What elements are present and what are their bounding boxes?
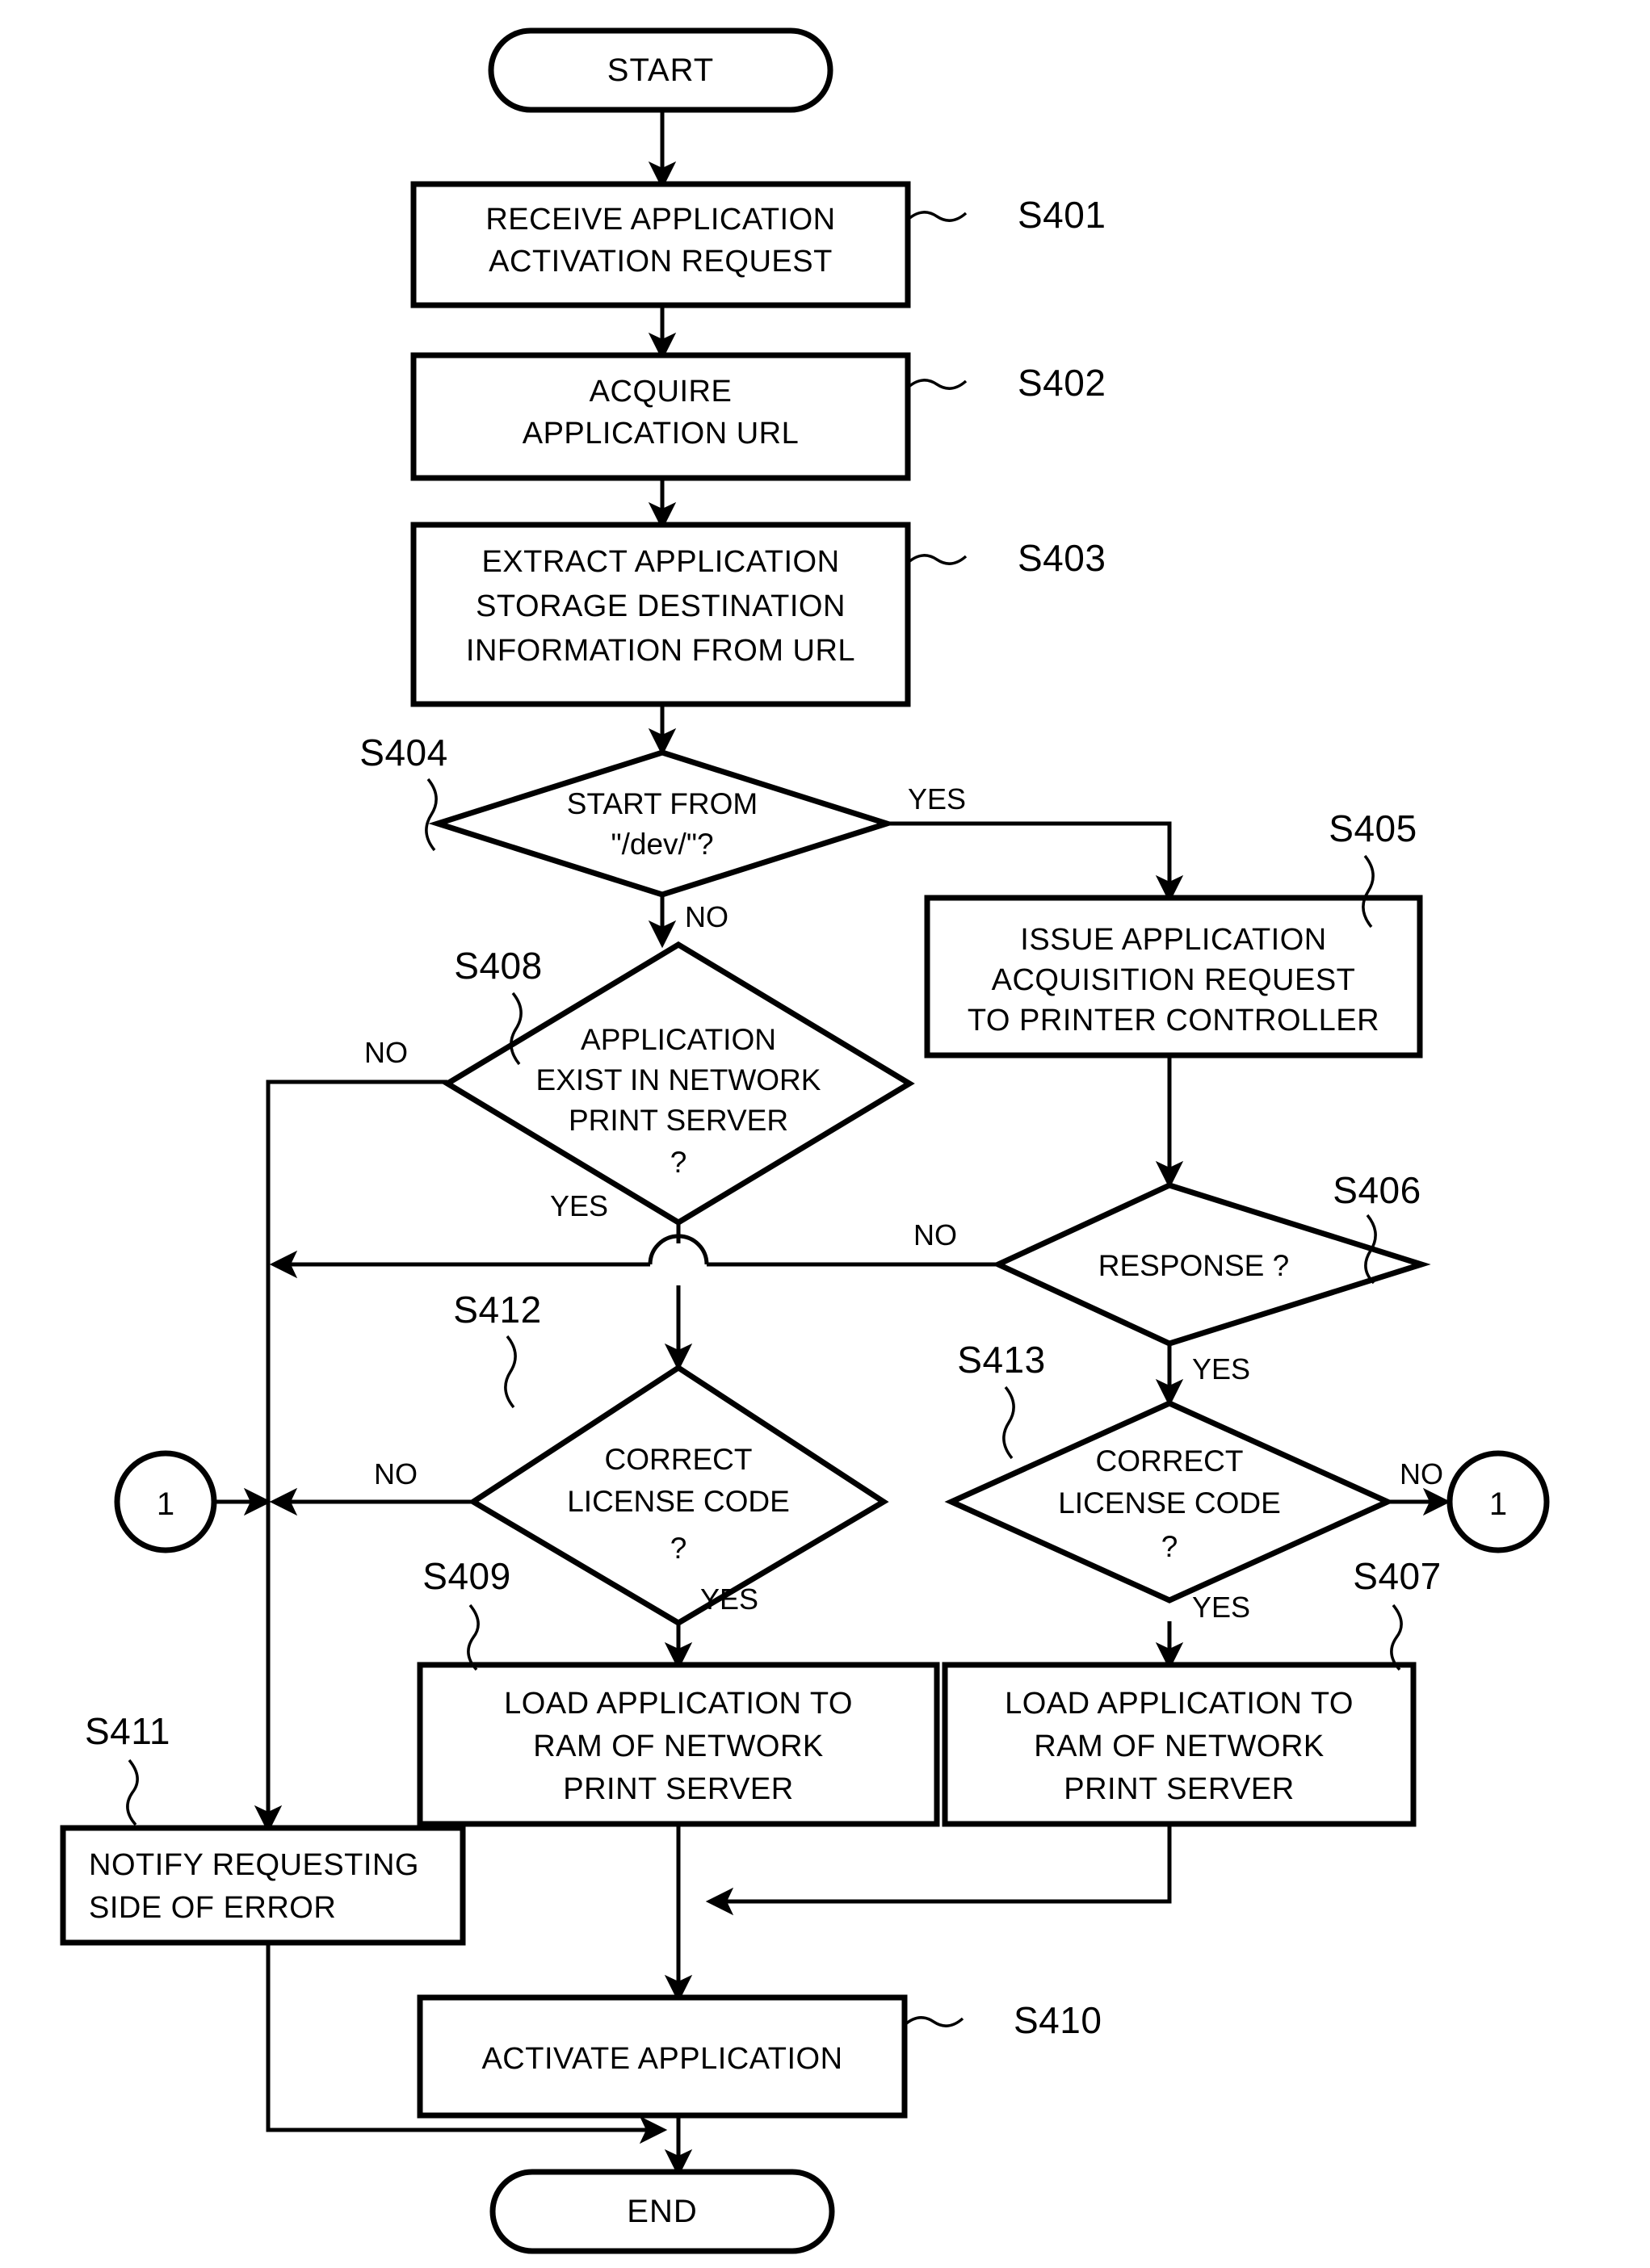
decision-s412-line-1: CORRECT	[605, 1443, 753, 1476]
process-s405-line-2: ACQUISITION REQUEST	[992, 963, 1356, 997]
step-label-s402: S402	[1018, 362, 1106, 404]
edge-s404-yes-to-s405	[887, 821, 1184, 903]
edge-s407-to-main	[723, 1824, 1172, 1904]
process-s407-line-1: LOAD APPLICATION TO	[1005, 1687, 1354, 1721]
connector-left: 1	[114, 1450, 217, 1553]
process-s403-line-1: EXTRACT APPLICATION	[481, 545, 839, 579]
flowchart-canvas: START RECEIVE APPLICATION ACTIVATION REQ…	[0, 0, 1650, 2268]
leader-s402	[906, 379, 968, 390]
process-s407: LOAD APPLICATION TO RAM OF NETWORK PRINT…	[942, 1662, 1417, 1827]
step-label-s406: S406	[1333, 1169, 1421, 1211]
leader-s413	[1002, 1386, 1015, 1460]
step-label-s410: S410	[1014, 1999, 1102, 2041]
process-s405-line-3: TO PRINTER CONTROLLER	[968, 1004, 1379, 1038]
process-s403-line-3: INFORMATION FROM URL	[466, 634, 855, 668]
terminal-end: END	[489, 2169, 835, 2254]
edge-label-s408-yes: YES	[550, 1189, 608, 1222]
decision-s404: START FROM "/dev/"?	[428, 749, 896, 898]
decision-s413-line-2: LICENSE CODE	[1058, 1486, 1281, 1520]
leader-s410	[903, 2016, 964, 2027]
step-label-s411: S411	[85, 1710, 170, 1752]
connector-left-label: 1	[157, 1486, 174, 1522]
leader-s409	[467, 1604, 480, 1671]
decision-s408-line-3: PRINT SERVER	[569, 1104, 788, 1137]
process-s402: ACQUIRE APPLICATION URL	[410, 352, 911, 481]
decision-s412-line-3: ?	[670, 1532, 687, 1565]
terminal-end-label: END	[627, 2194, 697, 2229]
decision-s408-line-1: APPLICATION	[581, 1023, 776, 1056]
process-s402-line-1: ACQUIRE	[590, 375, 733, 409]
process-s403-line-2: STORAGE DESTINATION	[476, 589, 846, 623]
connector-right: 1	[1446, 1450, 1550, 1553]
leader-s404	[425, 778, 438, 852]
flowchart-svg: START RECEIVE APPLICATION ACTIVATION REQ…	[60, 27, 1550, 2254]
leader-s411	[126, 1759, 139, 1826]
leader-s412	[504, 1335, 517, 1409]
decision-s413-line-1: CORRECT	[1096, 1444, 1244, 1478]
step-label-s409: S409	[422, 1555, 510, 1597]
step-label-s413: S413	[957, 1339, 1045, 1381]
edge-label-s404-yes: YES	[908, 782, 966, 815]
leader-s403	[906, 554, 968, 565]
step-label-s405: S405	[1329, 807, 1417, 849]
process-s405: ISSUE APPLICATION ACQUISITION REQUEST TO…	[924, 895, 1423, 1059]
edge-label-s408-no: NO	[364, 1036, 408, 1069]
process-s403: EXTRACT APPLICATION STORAGE DESTINATION …	[410, 522, 911, 707]
process-s411: NOTIFY REQUESTING SIDE OF ERROR	[60, 1825, 466, 1946]
process-s411-line-2: SIDE OF ERROR	[89, 1891, 336, 1925]
process-s407-line-2: RAM OF NETWORK	[1034, 1729, 1325, 1763]
step-label-s401: S401	[1018, 194, 1106, 236]
process-s401-line-1: RECEIVE APPLICATION	[485, 203, 835, 237]
process-s409-line-1: LOAD APPLICATION TO	[504, 1687, 853, 1721]
edge-label-s413-no: NO	[1400, 1457, 1443, 1490]
leader-s407	[1390, 1604, 1403, 1671]
process-s407-line-3: PRINT SERVER	[1064, 1772, 1294, 1806]
terminal-start-label: START	[607, 52, 714, 88]
step-label-s407: S407	[1353, 1555, 1441, 1597]
decision-s412: CORRECT LICENSE CODE ?	[468, 1364, 889, 1627]
process-s402-line-2: APPLICATION URL	[523, 417, 800, 451]
connector-right-label: 1	[1489, 1486, 1507, 1522]
process-s409: LOAD APPLICATION TO RAM OF NETWORK PRINT…	[417, 1662, 940, 1827]
decision-s404-line-2: "/dev/"?	[611, 828, 713, 861]
decision-s412-line-2: LICENSE CODE	[567, 1485, 790, 1518]
decision-s408-line-2: EXIST IN NETWORK	[536, 1063, 821, 1096]
process-s410: ACTIVATE APPLICATION	[417, 1994, 908, 2119]
terminal-start: START	[488, 27, 833, 113]
process-s401: RECEIVE APPLICATION ACTIVATION REQUEST	[410, 181, 911, 308]
decision-s413-line-3: ?	[1161, 1530, 1178, 1563]
edge-label-s413-yes: YES	[1192, 1591, 1250, 1624]
step-label-s404: S404	[359, 732, 447, 773]
edge-label-s406-yes: YES	[1192, 1352, 1250, 1386]
process-s401-line-2: ACTIVATION REQUEST	[489, 245, 833, 279]
process-s409-line-3: PRINT SERVER	[563, 1772, 793, 1806]
leader-s401	[906, 211, 968, 222]
edge-label-s412-no: NO	[374, 1457, 418, 1490]
decision-s406-line-1: RESPONSE ?	[1098, 1249, 1289, 1282]
step-label-s403: S403	[1018, 537, 1106, 579]
decision-s408-line-4: ?	[670, 1146, 687, 1179]
process-s409-line-2: RAM OF NETWORK	[533, 1729, 824, 1763]
process-s411-line-1: NOTIFY REQUESTING	[89, 1848, 419, 1882]
step-label-s408: S408	[454, 945, 542, 987]
edge-label-s412-yes: YES	[700, 1583, 758, 1616]
edge-label-s404-no: NO	[685, 900, 728, 933]
edge-label-s406-no: NO	[913, 1218, 957, 1251]
process-s410-line-1: ACTIVATE APPLICATION	[481, 2042, 842, 2076]
step-label-s412: S412	[453, 1289, 541, 1331]
decision-s404-line-1: START FROM	[567, 787, 758, 820]
decision-s413: CORRECT LICENSE CODE ?	[944, 1400, 1395, 1604]
process-s405-line-1: ISSUE APPLICATION	[1020, 923, 1326, 957]
